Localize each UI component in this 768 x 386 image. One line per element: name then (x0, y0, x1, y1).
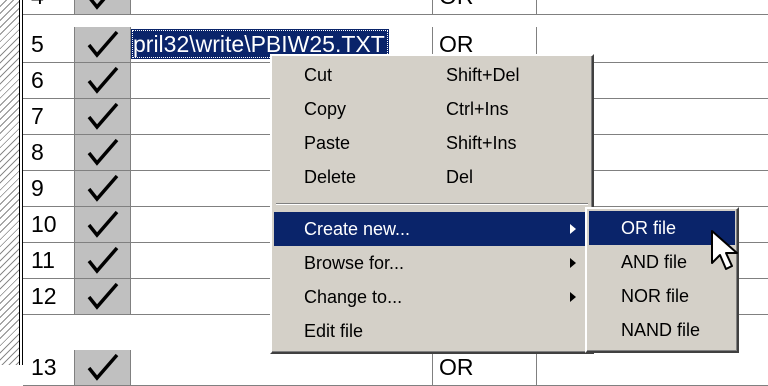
submenu-item-label: AND file (621, 252, 688, 272)
check-cell[interactable] (75, 243, 131, 279)
path-cell[interactable] (131, 0, 433, 15)
type-cell[interactable]: OR (433, 350, 537, 386)
empty-cell (537, 350, 768, 386)
check-icon (87, 138, 119, 166)
row-number: 9 (23, 171, 75, 207)
menu-item-change-to[interactable]: Change to... (274, 280, 590, 314)
table-row[interactable]: 4 OR (23, 0, 768, 15)
check-cell[interactable] (75, 0, 131, 15)
check-icon (87, 282, 119, 310)
check-icon (89, 0, 106, 10)
menu-item-label: Paste (304, 133, 351, 153)
check-icon (87, 66, 119, 94)
check-cell[interactable] (75, 350, 131, 386)
menu-item-shortcut: Del (446, 167, 474, 187)
menu-item-edit-file[interactable]: Edit file (274, 314, 590, 348)
row-number: 5 (23, 27, 75, 63)
menu-item-shortcut: Shift+Del (446, 65, 520, 85)
check-cell[interactable] (75, 27, 131, 63)
menu-item-label: Browse for... (304, 253, 405, 273)
row-number: 13 (23, 350, 75, 386)
check-icon (87, 246, 119, 274)
submenu-item-label: OR file (621, 218, 677, 238)
submenu-arrow-icon (570, 258, 576, 268)
empty-cell (537, 0, 768, 15)
menu-item-paste[interactable]: Paste Shift+Ins (274, 126, 590, 160)
menu-item-label: Cut (304, 65, 333, 85)
check-cell[interactable] (75, 99, 131, 135)
menu-item-browse-for[interactable]: Browse for... (274, 246, 590, 280)
menu-item-cut[interactable]: Cut Shift+Del (274, 58, 590, 92)
submenu-arrow-icon (570, 292, 576, 302)
row-number: 6 (23, 63, 75, 99)
submenu-item-nor-file[interactable]: NOR file (589, 279, 735, 313)
submenu-item-nand-file[interactable]: NAND file (589, 313, 735, 347)
menu-item-delete[interactable]: Delete Del (274, 160, 590, 194)
menu-item-label: Delete (304, 167, 357, 187)
row-number: 7 (23, 99, 75, 135)
menu-item-create-new[interactable]: Create new... (274, 212, 590, 246)
check-cell[interactable] (75, 135, 131, 171)
menu-item-shortcut: Ctrl+Ins (446, 99, 509, 119)
check-icon (87, 102, 119, 130)
menu-item-label: Create new... (304, 219, 411, 239)
row-number: 11 (23, 243, 75, 279)
menu-separator (276, 203, 588, 205)
row-number: 4 (23, 0, 75, 15)
type-cell[interactable]: OR (433, 0, 537, 15)
check-icon (87, 353, 119, 381)
submenu-item-label: NOR file (621, 286, 690, 306)
submenu-arrow-icon (570, 224, 576, 234)
path-cell[interactable] (131, 350, 433, 386)
menu-item-label: Edit file (304, 321, 364, 341)
check-cell[interactable] (75, 207, 131, 243)
context-menu: Cut Shift+Del Copy Ctrl+Ins Paste Shift+… (270, 54, 594, 354)
row-number: 8 (23, 135, 75, 171)
check-icon (87, 174, 119, 202)
check-cell[interactable] (75, 279, 131, 315)
check-cell[interactable] (75, 171, 131, 207)
check-icon (87, 210, 119, 238)
check-icon (87, 30, 119, 58)
row-number: 10 (23, 207, 75, 243)
menu-item-copy[interactable]: Copy Ctrl+Ins (274, 92, 590, 126)
check-cell[interactable] (75, 63, 131, 99)
table-row[interactable]: 13 OR (23, 350, 768, 386)
row-number: 12 (23, 279, 75, 315)
menu-item-shortcut: Shift+Ins (446, 133, 517, 153)
mouse-pointer-icon (711, 230, 738, 270)
menu-item-label: Change to... (304, 287, 403, 307)
submenu-item-label: NAND file (621, 320, 701, 340)
menu-item-label: Copy (304, 99, 347, 119)
row-header-stripe (0, 0, 20, 365)
